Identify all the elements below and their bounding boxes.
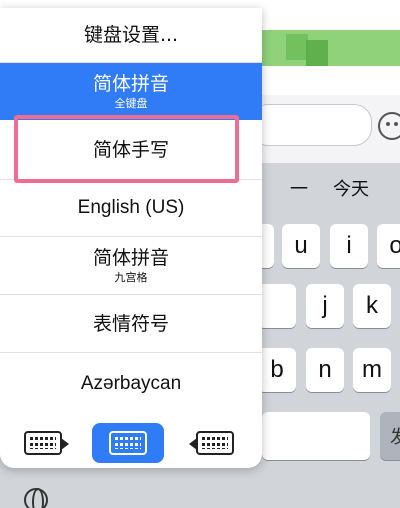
- keyboard-full-button[interactable]: [92, 423, 164, 463]
- key-i[interactable]: i: [330, 224, 368, 268]
- keyboard-layout-switcher: [0, 415, 262, 468]
- key-o[interactable]: o: [377, 224, 400, 268]
- menu-item-pinyin-9key[interactable]: 简体拼音 九宫格: [0, 237, 262, 295]
- keyboard-switcher-menu: 键盘设置... 简体拼音 全键盘 简体手写 English (US) 简体拼音 …: [0, 8, 262, 468]
- keyboard-keys-icon: [30, 437, 56, 449]
- keyboard-keys-icon: [115, 437, 141, 449]
- key-b[interactable]: b: [258, 348, 296, 392]
- keyboard-full-icon: [109, 431, 147, 455]
- menu-item-pinyin-full[interactable]: 简体拼音 全键盘: [0, 63, 262, 120]
- send-key[interactable]: 发: [380, 412, 400, 460]
- globe-icon[interactable]: [24, 488, 48, 508]
- key-n[interactable]: n: [306, 348, 344, 392]
- menu-item-sublabel: 九宫格: [114, 271, 148, 284]
- message-input[interactable]: [250, 104, 372, 146]
- candidate-item[interactable]: 今天: [333, 175, 369, 201]
- chat-bubble-pixel: [306, 40, 328, 66]
- menu-item-label: 简体拼音: [92, 72, 169, 95]
- keyboard-left-icon[interactable]: [24, 431, 69, 455]
- arrow-right-icon: [189, 438, 197, 450]
- keyboard-settings-item[interactable]: 键盘设置...: [0, 8, 262, 63]
- menu-item-label: 简体拼音: [92, 247, 169, 269]
- menu-item-emoji[interactable]: 表情符号: [0, 295, 262, 353]
- menu-item-label: Azərbaycan: [80, 373, 182, 394]
- send-key-label: 发: [390, 427, 400, 448]
- emoji-icon[interactable]: [378, 112, 400, 140]
- key-h[interactable]: [258, 284, 296, 328]
- menu-item-label: English (US): [77, 197, 185, 218]
- menu-item-azerbaijani[interactable]: Azərbaycan: [0, 353, 262, 415]
- candidate-item[interactable]: 一: [290, 175, 308, 201]
- key-u[interactable]: u: [282, 224, 320, 268]
- menu-item-english-us[interactable]: English (US): [0, 180, 262, 237]
- menu-item-sublabel: 全键盘: [114, 96, 148, 110]
- chat-bubble-pixel: [286, 34, 308, 60]
- keyboard-right-icon[interactable]: [189, 431, 234, 455]
- menu-item-label: 键盘设置...: [83, 24, 179, 46]
- highlight-annotation: [14, 115, 239, 183]
- arrow-left-icon: [61, 438, 69, 450]
- key-j[interactable]: j: [306, 284, 344, 328]
- key-k[interactable]: k: [353, 284, 391, 328]
- menu-item-label: 表情符号: [92, 312, 169, 335]
- key-m[interactable]: m: [353, 348, 391, 392]
- keyboard-keys-icon: [202, 437, 228, 449]
- space-key[interactable]: [262, 412, 370, 460]
